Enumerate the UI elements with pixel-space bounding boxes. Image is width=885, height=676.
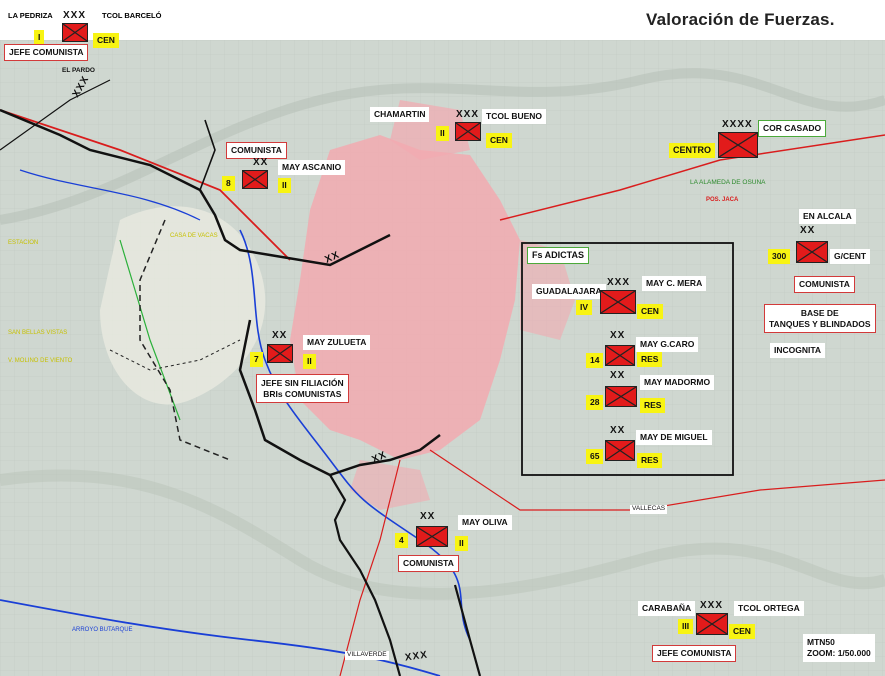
map-footer: MTN50 ZOOM: 1/50.000 <box>803 634 875 663</box>
commander-label: TCOL ORTEGA <box>734 601 804 616</box>
unit-number-badge: I <box>34 30 45 45</box>
commander-label: MAY DE MIGUEL <box>636 430 712 445</box>
el-pardo-label: EL PARDO <box>62 67 95 74</box>
unit-role-badge: RES <box>640 398 666 413</box>
affiliation-line-2: BRIs COMUNISTAS <box>263 388 342 399</box>
echelon-marker: XXX <box>456 109 480 120</box>
map-zoom: ZOOM: 1/50.000 <box>807 648 871 659</box>
pos-jaca-label: POS. JACA <box>706 197 739 203</box>
unit-role-badge: CEN <box>637 304 663 319</box>
echelon-marker: XX <box>272 330 288 341</box>
echelon-marker: XX <box>420 511 436 522</box>
tank-base-status: INCOGNITA <box>770 343 826 358</box>
unit-symbol-gcaro <box>605 345 635 366</box>
unit-symbol-madormo <box>605 386 637 407</box>
map-figure: { "title": "Valoración de Fuerzas.", "co… <box>0 0 885 676</box>
alameda-label: LA ALAMEDA DE OSUNA <box>690 179 766 186</box>
echelon-marker: XX <box>253 157 269 168</box>
commander-label: MAY OLIVA <box>458 515 512 530</box>
unit-role-badge: CEN <box>486 133 512 148</box>
echelon-marker: XX <box>800 225 816 236</box>
guadalajara-label: GUADALAJARA <box>532 284 606 299</box>
echelon-marker: XX <box>610 425 626 436</box>
unit-role-badge: II <box>455 536 468 551</box>
unit-role-badge: RES <box>637 453 663 468</box>
unit-symbol-centro <box>718 132 758 158</box>
commander-label: MAY ZULUETA <box>303 335 371 350</box>
affiliation-label: COMUNISTA <box>794 276 855 293</box>
unit-role-badge: CEN <box>729 624 755 639</box>
unit-number-badge: IV <box>576 300 593 315</box>
estacion-label: ESTACION <box>8 240 39 246</box>
commander-label: COR CASADO <box>758 120 827 137</box>
echelon-marker: XXX <box>607 277 631 288</box>
commander-label: TCOL BARCELÓ <box>102 11 162 20</box>
unit-symbol-demiguel <box>605 440 635 461</box>
echelon-marker: XXX <box>63 10 87 21</box>
echelon-marker: XX <box>610 330 626 341</box>
alcala-label: EN ALCALA <box>799 209 856 224</box>
unit-symbol-alcala <box>796 241 828 263</box>
unit-role-badge: CEN <box>93 33 119 48</box>
unit-number-badge: III <box>678 619 694 634</box>
casa-vacas-label: CASA DE VACAS <box>170 233 218 239</box>
commander-label: MAY ASCANIO <box>278 160 346 175</box>
san-bellas-label: SAN BELLAS VISTAS <box>8 330 68 336</box>
affiliation-line-1: JEFE SIN FILIACIÓN <box>261 378 344 388</box>
unit-number-badge: 7 <box>250 352 263 367</box>
affiliation-label: JEFE SIN FILIACIÓN BRIs COMUNISTAS <box>256 374 349 404</box>
carabana-label: CARABAÑA <box>638 601 696 616</box>
tank-base-label: BASE DE TANQUES Y BLINDADOS <box>764 304 876 334</box>
unit-symbol-zulueta <box>267 344 293 363</box>
tank-base-line-2: TANQUES Y BLINDADOS <box>769 318 871 329</box>
centro-label: CENTRO <box>669 143 715 158</box>
unit-role-badge: RES <box>637 352 663 367</box>
commander-label: TCOL BUENO <box>482 109 547 124</box>
vallecas-label: VALLECAS <box>630 505 668 514</box>
map-sheet: MTN50 <box>807 637 835 647</box>
commander-label: MAY MADORMO <box>640 375 715 390</box>
map-title: Valoración de Fuerzas. <box>646 10 835 29</box>
echelon-marker: XX <box>610 370 626 381</box>
unit-number-badge: 14 <box>586 353 604 368</box>
unit-role-badge: G/CENT <box>830 249 871 264</box>
unit-number-badge: 300 <box>768 249 791 264</box>
unit-symbol-chamartin <box>455 122 481 141</box>
unit-symbol-ortega <box>696 613 728 635</box>
affiliation-label: JEFE COMUNISTA <box>652 645 737 662</box>
adictas-label: Fs ADICTAS <box>527 247 590 264</box>
unit-number-badge: 28 <box>586 395 604 410</box>
echelon-marker: XXXX <box>722 119 753 130</box>
echelon-marker: XXX <box>700 600 724 611</box>
unit-symbol-ascanio <box>242 170 268 189</box>
unit-symbol-oliva <box>416 526 448 547</box>
unit-role-badge: II <box>278 178 291 193</box>
arroyo-label: ARROYO BUTARQUE <box>72 627 133 633</box>
chamartin-label: CHAMARTIN <box>370 107 430 122</box>
commander-label: MAY G.CARO <box>636 337 699 352</box>
unit-number-badge: 8 <box>222 176 235 191</box>
la-pedriza-label: LA PEDRIZA <box>8 11 53 20</box>
affiliation-label: COMUNISTA <box>398 555 459 572</box>
commander-label: MAY C. MERA <box>642 276 707 291</box>
unit-number-badge: 65 <box>586 449 604 464</box>
unit-symbol-top-left <box>62 23 88 42</box>
villaverde-label: VILLAVERDE <box>345 651 389 660</box>
unit-number-badge: II <box>436 126 449 141</box>
affiliation-label: JEFE COMUNISTA <box>4 44 89 61</box>
unit-symbol-guadalajara <box>600 290 636 314</box>
unit-role-badge: II <box>303 354 316 369</box>
tank-base-line-1: BASE DE <box>800 308 839 318</box>
unit-number-badge: 4 <box>395 533 408 548</box>
molino-label: V. MOLINO DE VIENTO <box>8 358 73 364</box>
